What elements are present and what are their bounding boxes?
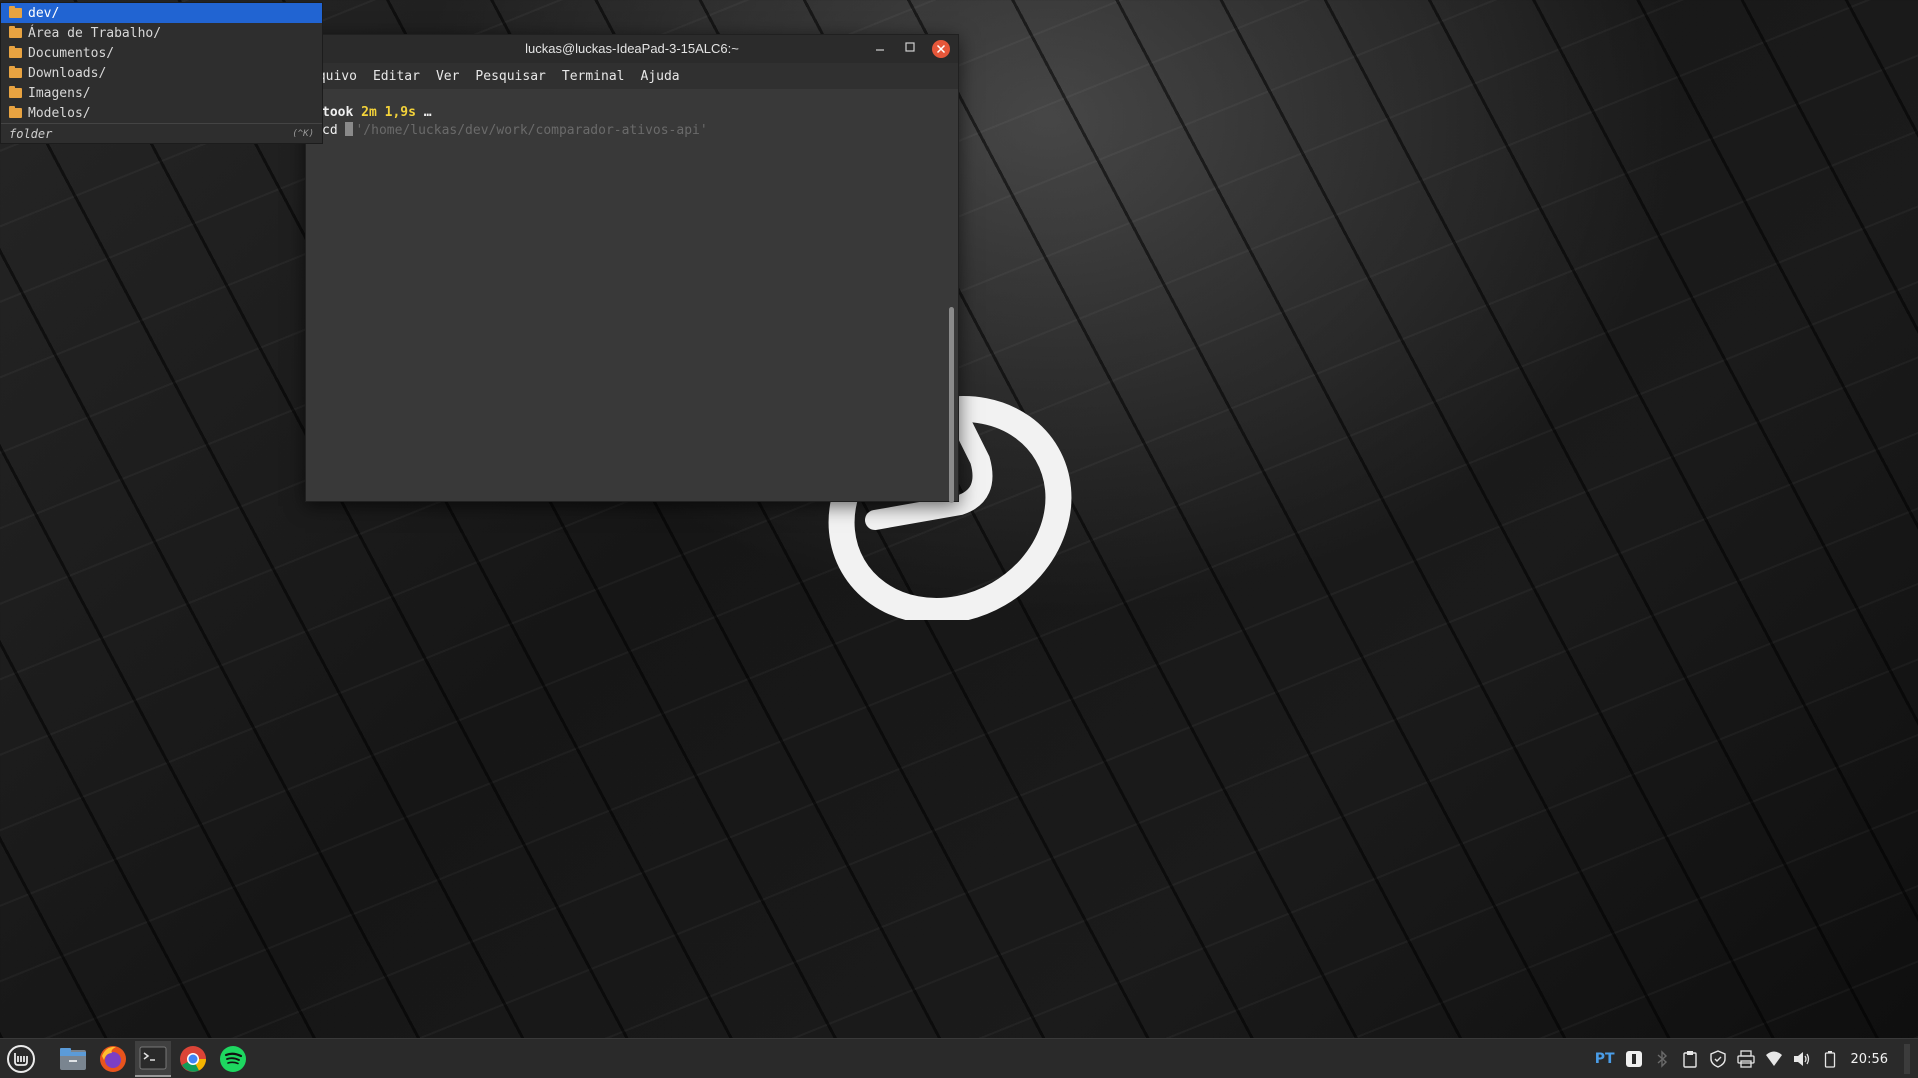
files-icon bbox=[60, 1047, 86, 1070]
menu-ver[interactable]: Ver bbox=[436, 69, 459, 84]
completion-item[interactable]: Imagens/ bbox=[1, 83, 322, 103]
clipboard-icon bbox=[1682, 1051, 1697, 1068]
menu-ajuda[interactable]: Ajuda bbox=[641, 69, 680, 84]
terminal-titlebar[interactable]: luckas@luckas-IdeaPad-3-15ALC6:~ bbox=[306, 35, 958, 63]
completion-item[interactable]: Downloads/ bbox=[1, 63, 322, 83]
completion-footer: folder (^K) bbox=[1, 123, 322, 143]
workspace-switcher[interactable] bbox=[1625, 1050, 1643, 1068]
took-ellipsis: … bbox=[423, 105, 432, 120]
volume-icon bbox=[1793, 1052, 1809, 1066]
workspace-icon bbox=[1625, 1051, 1642, 1067]
text-cursor bbox=[345, 122, 354, 136]
terminal-output[interactable]: took 2m 1,9s … cd '/home/luckas/dev/work… bbox=[306, 89, 958, 501]
terminal-title: luckas@luckas-IdeaPad-3-15ALC6:~ bbox=[525, 41, 739, 56]
mint-menu-button[interactable] bbox=[3, 1041, 39, 1077]
clipboard-tray-button[interactable] bbox=[1681, 1050, 1699, 1068]
network-tray-button[interactable] bbox=[1765, 1050, 1783, 1068]
taskbar: PT 20:56 bbox=[0, 1038, 1918, 1078]
close-icon bbox=[936, 44, 946, 54]
volume-tray-button[interactable] bbox=[1793, 1050, 1811, 1068]
command-line[interactable]: cd '/home/luckas/dev/work/comparador-ati… bbox=[322, 122, 942, 139]
bluetooth-tray-button[interactable] bbox=[1653, 1050, 1671, 1068]
completion-item[interactable]: Modelos/ bbox=[1, 103, 322, 123]
firefox-icon bbox=[100, 1045, 126, 1072]
completion-popup: dev/ Área de Trabalho/ Documentos/ Downl… bbox=[0, 2, 323, 144]
folder-icon bbox=[9, 86, 22, 98]
wifi-icon bbox=[1765, 1051, 1782, 1066]
bluetooth-icon bbox=[1657, 1050, 1667, 1068]
folder-icon bbox=[9, 106, 22, 118]
battery-tray-button[interactable] bbox=[1821, 1050, 1839, 1068]
shield-icon bbox=[1709, 1050, 1726, 1068]
firefox-launcher[interactable] bbox=[95, 1041, 131, 1077]
completion-item[interactable]: dev/ bbox=[1, 3, 322, 23]
took-duration: 2m 1,9s bbox=[361, 105, 416, 120]
maximize-icon bbox=[905, 42, 915, 52]
keyboard-layout-indicator[interactable]: PT bbox=[1595, 1051, 1615, 1067]
terminal-icon bbox=[139, 1046, 167, 1069]
printer-icon bbox=[1736, 1050, 1755, 1068]
clock[interactable]: 20:56 bbox=[1851, 1052, 1888, 1067]
terminal-menubar: rquivo Editar Ver Pesquisar Terminal Aju… bbox=[306, 63, 958, 89]
terminal-scrollbar[interactable] bbox=[949, 307, 954, 503]
maximize-button[interactable] bbox=[902, 41, 918, 57]
menu-terminal[interactable]: Terminal bbox=[562, 69, 625, 84]
autosuggestion: '/home/luckas/dev/work/comparador-ativos… bbox=[355, 123, 708, 138]
prompt-took-line: took 2m 1,9s … bbox=[322, 105, 942, 122]
command-text: cd bbox=[322, 123, 346, 138]
minimize-icon bbox=[876, 49, 884, 51]
completion-category: folder bbox=[9, 126, 53, 141]
spotify-launcher[interactable] bbox=[215, 1041, 251, 1077]
files-launcher[interactable] bbox=[55, 1041, 91, 1077]
completion-item[interactable]: Documentos/ bbox=[1, 43, 322, 63]
system-tray: PT 20:56 bbox=[1595, 1039, 1910, 1078]
menu-pesquisar[interactable]: Pesquisar bbox=[475, 69, 545, 84]
spotify-icon bbox=[220, 1045, 246, 1072]
chrome-icon bbox=[180, 1045, 206, 1072]
show-desktop-button[interactable] bbox=[1904, 1044, 1910, 1074]
chrome-launcher[interactable] bbox=[175, 1041, 211, 1077]
folder-icon bbox=[9, 26, 22, 38]
update-manager-tray-button[interactable] bbox=[1709, 1050, 1727, 1068]
battery-icon bbox=[1824, 1051, 1835, 1068]
completion-hint: (^K) bbox=[292, 128, 314, 139]
menu-editar[interactable]: Editar bbox=[373, 69, 420, 84]
completion-item[interactable]: Área de Trabalho/ bbox=[1, 23, 322, 43]
folder-icon bbox=[9, 66, 22, 78]
minimize-button[interactable] bbox=[872, 41, 888, 57]
folder-icon bbox=[9, 46, 22, 58]
folder-icon bbox=[9, 6, 22, 18]
took-label: took bbox=[322, 105, 354, 120]
printer-tray-button[interactable] bbox=[1736, 1050, 1755, 1068]
mint-menu-icon bbox=[7, 1044, 35, 1073]
terminal-window[interactable]: luckas@luckas-IdeaPad-3-15ALC6:~ rquivo … bbox=[305, 34, 959, 503]
terminal-launcher[interactable] bbox=[135, 1040, 171, 1077]
close-button[interactable] bbox=[932, 40, 950, 58]
